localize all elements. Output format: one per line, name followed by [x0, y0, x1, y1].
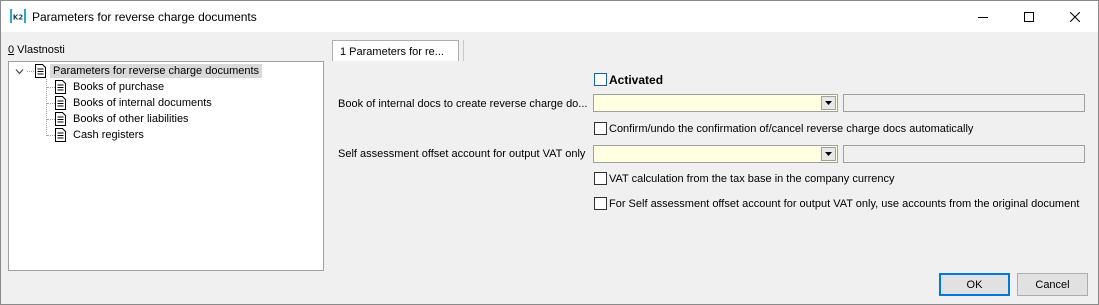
chevron-down-icon — [825, 101, 832, 105]
vat-calc-label: VAT calculation from the tax base in the… — [609, 173, 895, 185]
minimize-button[interactable] — [960, 1, 1006, 32]
confirm-auto-label: Confirm/undo the confirmation of/cancel … — [609, 123, 974, 135]
activated-label: Activated — [609, 73, 664, 87]
use-accounts-checkbox[interactable] — [594, 197, 607, 210]
tree-item-label: Books of purchase — [73, 81, 165, 93]
k2-app-icon: K2 — [10, 8, 26, 24]
maximize-icon — [1024, 11, 1034, 22]
dropdown-button[interactable] — [821, 96, 836, 110]
window-title: Parameters for reverse charge documents — [32, 10, 257, 24]
document-icon — [55, 112, 66, 126]
properties-tree[interactable]: Parameters for reverse charge documents … — [8, 61, 324, 271]
tree-item-cash-registers[interactable]: Cash registers — [54, 127, 147, 143]
self-assessment-label: Self assessment offset account for outpu… — [338, 148, 586, 160]
title-bar: K2 Parameters for reverse charge documen… — [1, 1, 1098, 32]
tree-item-label: Books of other liabilities — [73, 113, 189, 125]
close-button[interactable] — [1052, 1, 1098, 32]
maximize-button[interactable] — [1006, 1, 1052, 32]
activated-checkbox[interactable] — [594, 73, 607, 86]
cancel-button[interactable]: Cancel — [1017, 273, 1088, 296]
properties-label: 0 Vlastnosti — [8, 44, 65, 56]
minimize-icon — [978, 16, 988, 18]
collapse-icon[interactable] — [15, 67, 24, 76]
tree-root-label: Parameters for reverse charge documents — [50, 64, 263, 78]
confirm-auto-checkbox[interactable] — [594, 122, 607, 135]
tree-item-label: Cash registers — [73, 129, 144, 141]
tree-item-books-of-purchase[interactable]: Books of purchase — [54, 79, 167, 95]
svg-text:K2: K2 — [13, 14, 23, 22]
close-icon — [1070, 11, 1080, 22]
tree-item-books-of-internal-documents[interactable]: Books of internal documents — [54, 95, 215, 111]
book-internal-label: Book of internal docs to create reverse … — [338, 98, 588, 110]
tree-item-books-of-other-liabilities[interactable]: Books of other liabilities — [54, 111, 192, 127]
properties-label-text: Vlastnosti — [14, 44, 65, 56]
document-icon — [55, 96, 66, 110]
document-icon — [35, 64, 46, 78]
vat-calc-checkbox[interactable] — [594, 172, 607, 185]
tree-root-item[interactable]: Parameters for reverse charge documents — [34, 63, 263, 79]
ok-button[interactable]: OK — [939, 273, 1010, 296]
self-assessment-combo[interactable] — [593, 145, 838, 163]
chevron-down-icon — [825, 152, 832, 156]
dialog-window: K2 Parameters for reverse charge documen… — [0, 0, 1099, 305]
dropdown-button[interactable] — [821, 147, 836, 161]
book-internal-combo[interactable] — [593, 94, 838, 112]
tab-separator — [463, 40, 464, 61]
tab-parameters[interactable]: 1 Parameters for re... — [332, 40, 459, 61]
document-icon — [55, 80, 66, 94]
use-accounts-label: For Self assessment offset account for o… — [609, 198, 1080, 210]
tree-connector — [27, 71, 34, 72]
book-internal-description-field — [843, 94, 1085, 112]
self-assessment-description-field — [843, 145, 1085, 163]
document-icon — [55, 128, 66, 142]
tree-item-label: Books of internal documents — [73, 97, 212, 109]
